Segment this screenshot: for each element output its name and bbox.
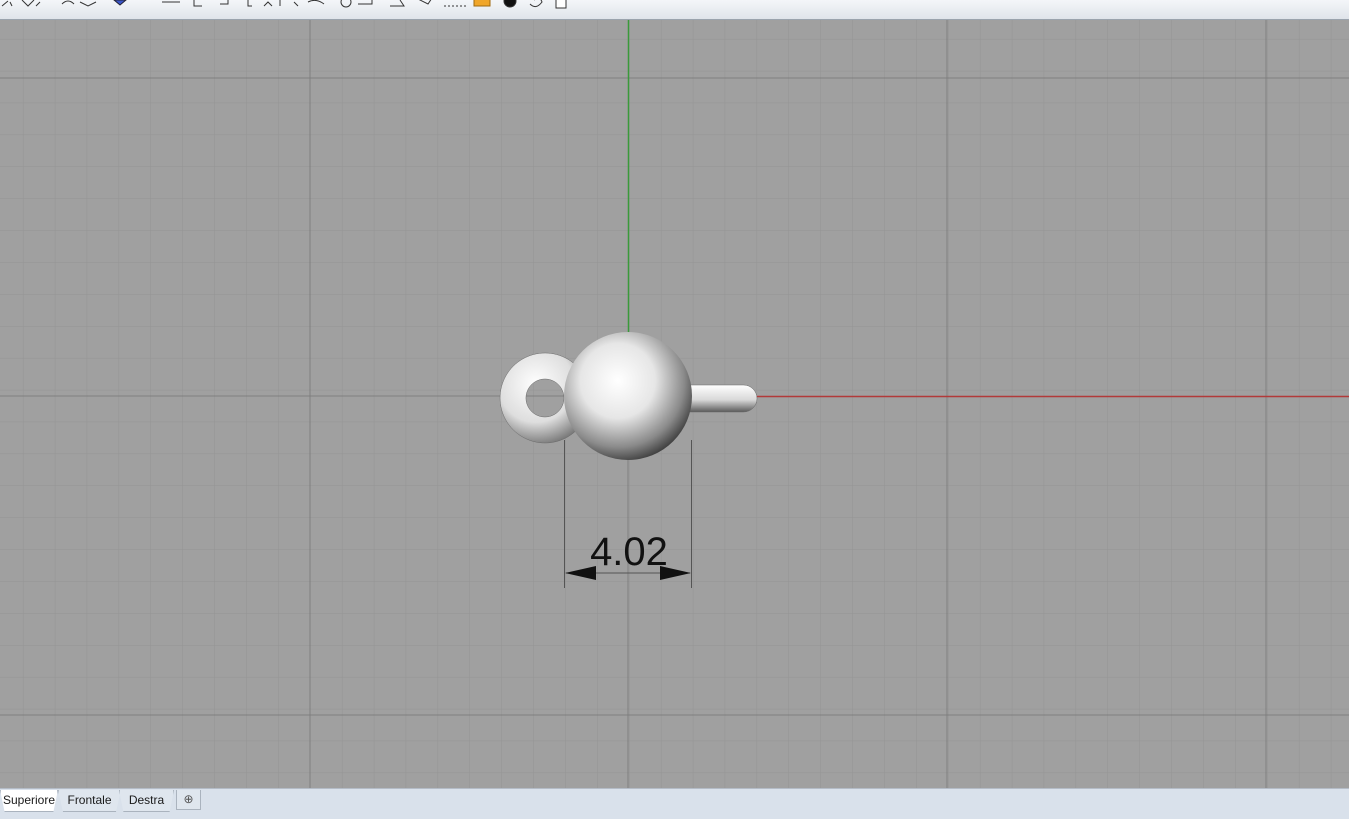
tab-destra[interactable]: Destra <box>119 790 174 812</box>
align-icon[interactable] <box>307 0 325 5</box>
polyline-icon[interactable] <box>1 0 13 7</box>
tab-label: Frontale <box>67 793 112 807</box>
viewport-canvas[interactable]: 4.02 <box>0 20 1349 788</box>
array-icon[interactable] <box>247 0 299 7</box>
tab-label: Superiore <box>2 793 56 807</box>
dimension-label: 4.02 <box>590 530 668 574</box>
dimension-icon[interactable] <box>21 0 41 7</box>
render-material-icon[interactable] <box>503 0 517 8</box>
hatch-icon[interactable] <box>340 0 352 8</box>
toolbar-icons <box>1 0 567 9</box>
surface-icon[interactable] <box>358 0 373 5</box>
tab-superiore[interactable]: Superiore <box>0 790 58 812</box>
page-icon[interactable] <box>555 0 567 9</box>
add-viewport-tab-button[interactable]: ⊕ <box>176 790 201 810</box>
solid-icon[interactable] <box>416 0 432 5</box>
toolbar <box>0 0 1349 20</box>
viewport-top[interactable]: 4.02 <box>0 20 1349 788</box>
folder-icon[interactable] <box>473 0 491 7</box>
tab-frontale[interactable]: Frontale <box>58 790 121 812</box>
viewport-tabbar: Superiore Frontale Destra ⊕ <box>0 788 1349 819</box>
gumball-icon[interactable] <box>113 0 127 6</box>
tab-label: Destra <box>128 793 165 807</box>
layout-icon[interactable] <box>390 0 405 7</box>
add-tab-icon: ⊕ <box>183 792 194 806</box>
curve-tools-icon[interactable] <box>61 0 97 7</box>
transform-icon[interactable] <box>193 0 229 7</box>
sphere[interactable] <box>564 332 692 460</box>
spiral-icon[interactable] <box>529 0 543 8</box>
